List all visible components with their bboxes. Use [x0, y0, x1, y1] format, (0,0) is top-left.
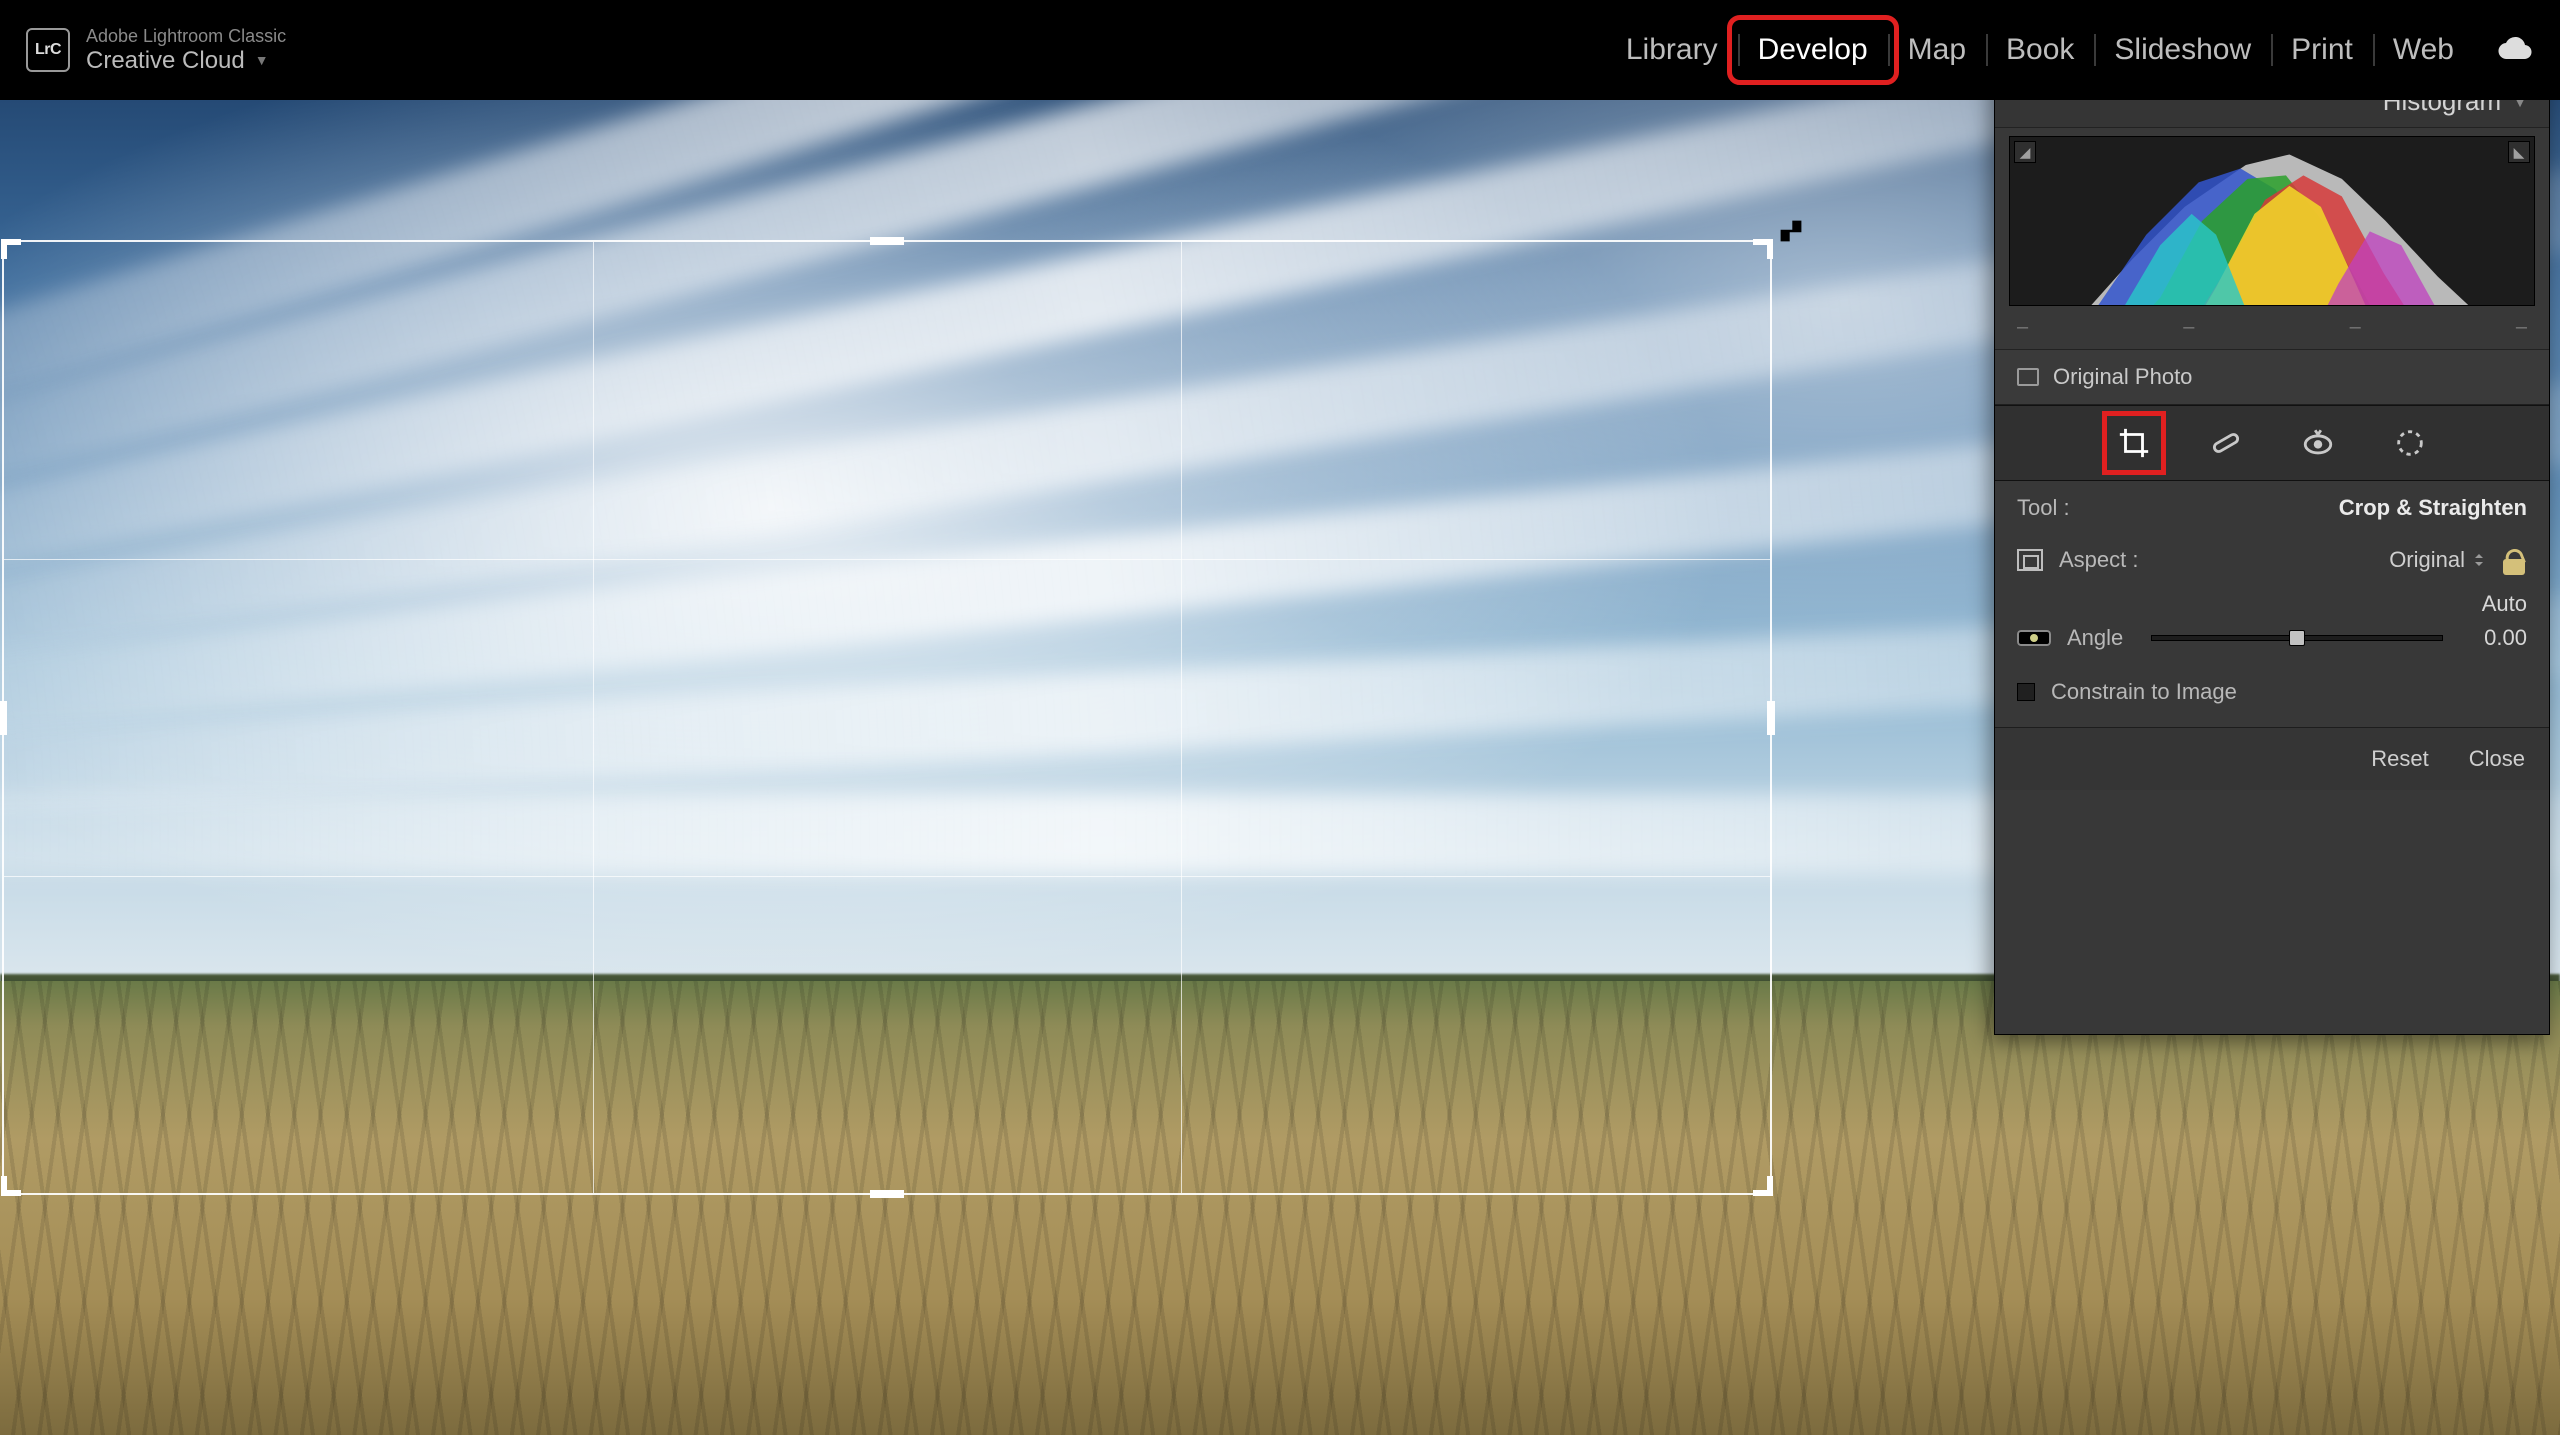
app-logo-icon: LrC [26, 28, 70, 72]
aspect-label: Aspect : [2059, 547, 2138, 573]
crop-handle-top[interactable] [870, 237, 904, 245]
app-identity: LrC Adobe Lightroom Classic Creative Clo… [26, 26, 286, 74]
constrain-row[interactable]: Constrain to Image [2017, 657, 2527, 713]
histogram-stats-row: – – – – [1995, 314, 2549, 350]
module-print[interactable]: Print [2271, 26, 2373, 74]
bandage-icon [2209, 426, 2243, 460]
module-library[interactable]: Library [1606, 26, 1738, 74]
aspect-icon[interactable] [2017, 549, 2043, 571]
aspect-row: Aspect : Original [2017, 527, 2527, 581]
eye-icon [2301, 426, 2335, 460]
cloud-sync-icon[interactable] [2494, 34, 2534, 67]
aspect-dropdown[interactable]: Original [2389, 547, 2485, 573]
crop-rotate-handle-icon[interactable] [1778, 218, 1804, 244]
app-subtitle: Adobe Lightroom Classic [86, 26, 286, 47]
right-panel: Histogram ▼ ◢ ◣ – – – – Original Photo [1994, 75, 2550, 1035]
masking-tool-button[interactable] [2387, 420, 2433, 466]
healing-tool-button[interactable] [2203, 420, 2249, 466]
module-slideshow[interactable]: Slideshow [2094, 26, 2271, 74]
tool-strip [1995, 405, 2549, 481]
crop-corner-tr[interactable] [1753, 239, 1773, 259]
original-photo-row[interactable]: Original Photo [1995, 350, 2549, 405]
angle-slider[interactable] [2151, 635, 2443, 641]
crop-corner-tl[interactable] [1, 239, 21, 259]
panel-footer: Reset Close [1995, 727, 2549, 790]
redeye-tool-button[interactable] [2295, 420, 2341, 466]
histogram-plot[interactable]: ◢ ◣ [2009, 136, 2535, 306]
aspect-value: Original [2389, 547, 2465, 573]
radial-mask-icon [2393, 426, 2427, 460]
constrain-checkbox[interactable] [2017, 683, 2035, 701]
tool-label: Tool : [2017, 495, 2070, 521]
original-photo-label: Original Photo [2053, 364, 2192, 390]
crop-overlay[interactable] [2, 240, 1772, 1195]
module-picker: Library Develop Map Book Slideshow Print… [1606, 0, 2534, 100]
module-develop[interactable]: Develop [1738, 26, 1888, 74]
app-title[interactable]: Creative Cloud [86, 47, 245, 75]
hist-stat-3: – [2350, 316, 2361, 339]
crop-handle-left[interactable] [0, 701, 7, 735]
angle-label: Angle [2067, 625, 2123, 651]
straighten-auto-button[interactable]: Auto [2482, 591, 2527, 617]
close-button[interactable]: Close [2469, 746, 2525, 772]
hist-stat-2: – [2183, 316, 2194, 339]
constrain-label: Constrain to Image [2051, 679, 2237, 705]
module-web[interactable]: Web [2373, 26, 2474, 74]
angle-value[interactable]: 0.00 [2471, 625, 2527, 651]
top-bar: LrC Adobe Lightroom Classic Creative Clo… [0, 0, 2560, 100]
original-photo-icon [2017, 368, 2039, 386]
crop-handle-right[interactable] [1767, 701, 1775, 735]
crop-corner-bl[interactable] [1, 1176, 21, 1196]
angle-row: Angle 0.00 [2017, 617, 2527, 657]
reset-button[interactable]: Reset [2371, 746, 2428, 772]
angle-slider-thumb[interactable] [2289, 630, 2305, 646]
module-map[interactable]: Map [1888, 26, 1986, 74]
crop-icon [2117, 426, 2151, 460]
updown-caret-icon [2473, 554, 2485, 566]
crop-handle-bottom[interactable] [870, 1190, 904, 1198]
level-icon[interactable] [2017, 630, 2051, 646]
tool-name-row: Tool : Crop & Straighten [2017, 495, 2527, 527]
hist-stat-4: – [2516, 316, 2527, 339]
app-title-dropdown-icon[interactable]: ▼ [255, 52, 269, 68]
tool-value: Crop & Straighten [2339, 495, 2527, 521]
crop-corner-br[interactable] [1753, 1176, 1773, 1196]
aspect-lock-icon[interactable] [2501, 545, 2527, 575]
crop-tool-button[interactable] [2111, 420, 2157, 466]
module-book[interactable]: Book [1986, 26, 2094, 74]
hist-stat-1: – [2017, 316, 2028, 339]
app-titles: Adobe Lightroom Classic Creative Cloud ▼ [86, 26, 286, 74]
